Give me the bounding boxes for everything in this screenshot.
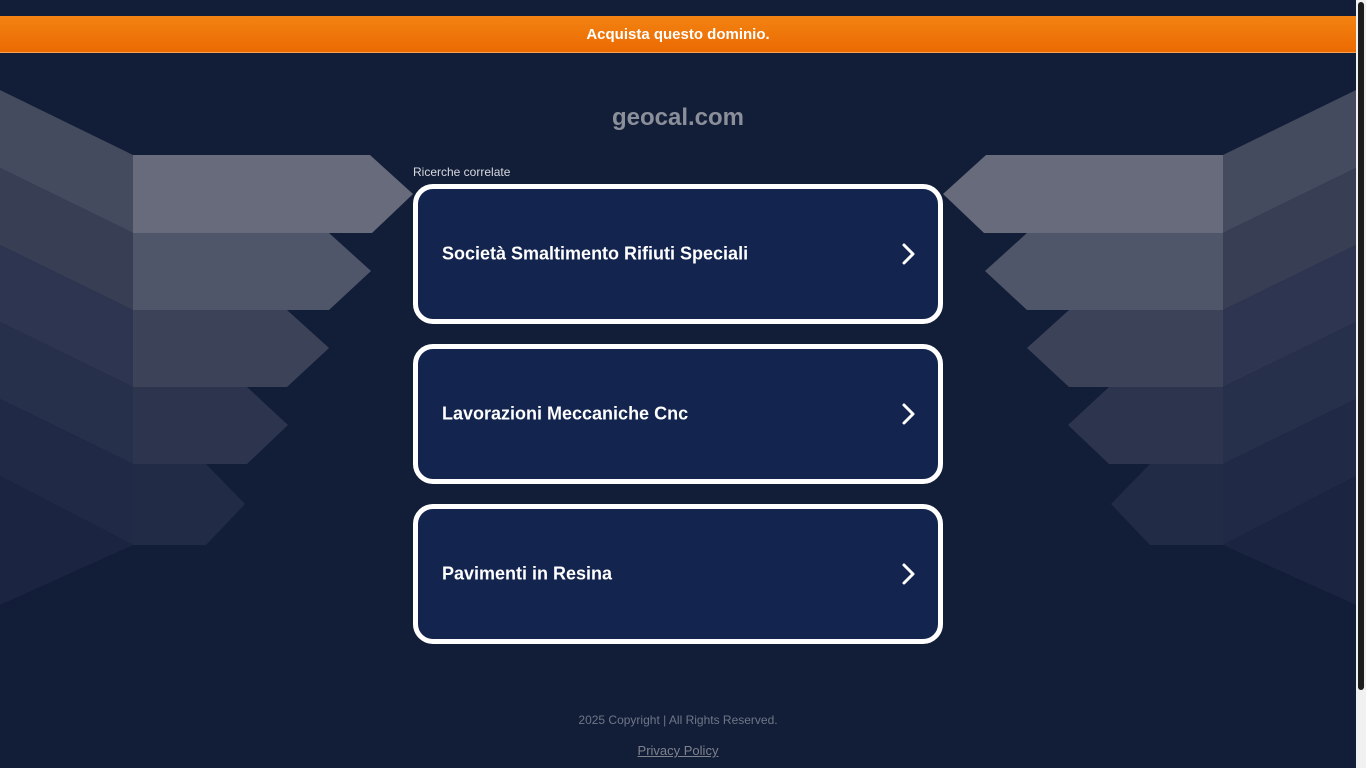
related-link-card[interactable]: Società Smaltimento Rifiuti Speciali [413, 184, 943, 324]
chevron-right-icon [902, 243, 915, 265]
chevron-right-icon [902, 403, 915, 425]
footer-privacy: Privacy Policy [0, 743, 1356, 758]
top-strip [0, 0, 1356, 16]
chevron-right-icon [902, 563, 915, 585]
related-link-card[interactable]: Lavorazioni Meccaniche Cnc [413, 344, 943, 484]
related-link-label: Pavimenti in Resina [442, 563, 613, 584]
related-link-label: Società Smaltimento Rifiuti Speciali [442, 243, 749, 264]
related-link-card[interactable]: Pavimenti in Resina [413, 504, 943, 644]
related-searches-label: Ricerche correlate [413, 165, 511, 179]
domain-title: geocal.com [611, 104, 745, 131]
scrollbar-thumb[interactable] [1358, 2, 1364, 690]
privacy-policy-link[interactable]: Privacy Policy [638, 743, 719, 758]
buy-domain-banner[interactable]: Acquista questo dominio. [0, 16, 1356, 53]
scrollbar[interactable] [1356, 0, 1366, 768]
related-link-label: Lavorazioni Meccaniche Cnc [442, 403, 689, 424]
footer-copyright: 2025 Copyright | All Rights Reserved. [578, 713, 778, 727]
